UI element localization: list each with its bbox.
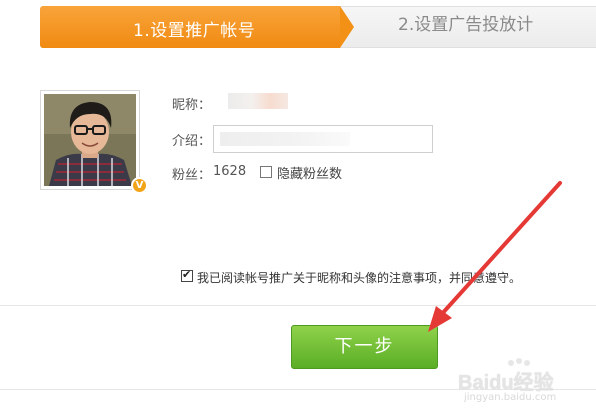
- step-2-label: 2.设置广告投放计: [398, 15, 534, 35]
- step-arrow: [340, 6, 354, 48]
- baidu-paw-icon: [516, 358, 522, 364]
- divider-top: [0, 305, 596, 306]
- stage: 1.设置推广帐号 2.设置广告投放计 V 昵称： 介绍： 粉丝： 1628 隐藏…: [0, 0, 596, 419]
- watermark-brand: Baidu经验: [458, 372, 554, 394]
- vip-badge-icon: V: [131, 177, 148, 194]
- agree-checkbox[interactable]: [181, 268, 193, 282]
- nickname-value-redacted: [228, 93, 288, 109]
- avatar-image: [44, 94, 136, 186]
- watermark-url: jingyan.baidu.com: [464, 392, 557, 403]
- next-step-button[interactable]: 下一步: [291, 325, 438, 369]
- hide-fans-label: 隐藏粉丝数: [277, 167, 343, 182]
- step-1-label: 1.设置推广帐号: [133, 21, 256, 41]
- fans-count: 1628: [213, 164, 247, 179]
- avatar: [44, 94, 136, 186]
- baidu-watermark: Baidu经验 jingyan.baidu.com: [452, 358, 592, 412]
- avatar-frame: [40, 90, 140, 190]
- nickname-label: 昵称：: [172, 98, 212, 113]
- agree-label: 我已阅读帐号推广关于昵称和头像的注意事项，并同意遵守。: [197, 271, 522, 285]
- intro-value-redacted: [220, 132, 350, 146]
- intro-label: 介绍：: [172, 134, 212, 149]
- intro-input[interactable]: [213, 125, 433, 153]
- hide-fans-checkbox[interactable]: [260, 166, 272, 178]
- fans-label: 粉丝：: [172, 168, 212, 183]
